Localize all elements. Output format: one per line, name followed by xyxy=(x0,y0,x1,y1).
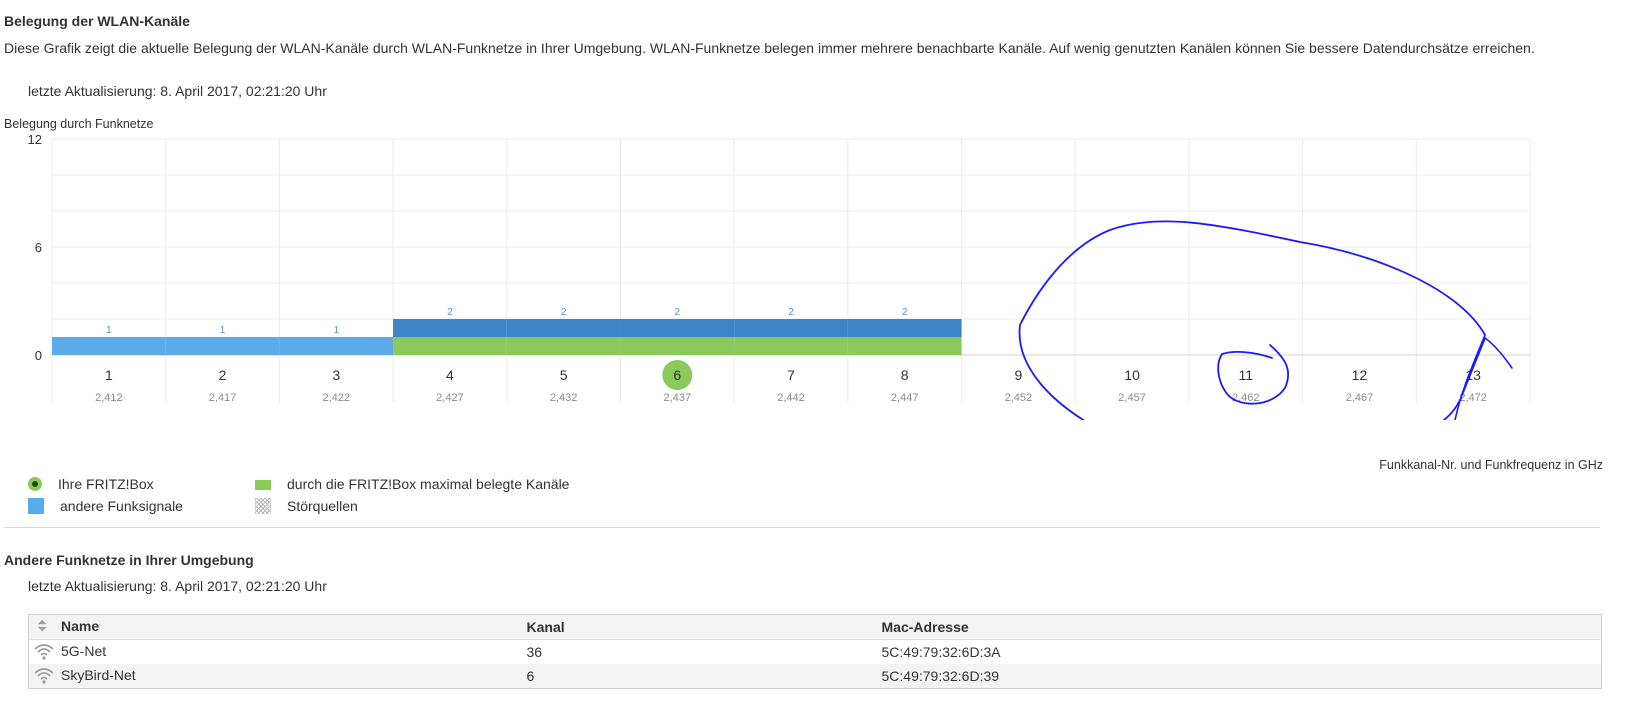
legend-label: andere Funksignale xyxy=(60,498,183,514)
table-row[interactable]: SkyBird-Net 6 5C:49:79:32:6D:39 xyxy=(28,664,1602,689)
x-tick-label-channel: 5 xyxy=(560,367,568,383)
green-bar-icon xyxy=(255,480,271,490)
x-tick-label-channel: 12 xyxy=(1352,367,1368,383)
x-tick-label-frequency: 2,457 xyxy=(1118,392,1146,404)
table-header-row: Name Kanal Mac-Adresse xyxy=(28,614,1602,640)
x-tick-label-frequency: 2,452 xyxy=(1005,392,1033,404)
x-tick-label-frequency: 2,417 xyxy=(209,392,237,404)
networks-section-title: Andere Funknetze in Ihrer Umgebung xyxy=(4,552,254,568)
x-tick-label-frequency: 2,427 xyxy=(436,392,464,404)
bar-value-label: 1 xyxy=(333,325,339,336)
network-channel-cell: 6 xyxy=(526,664,882,689)
bar-other-signals xyxy=(393,319,507,337)
bar-fritzbox-channel xyxy=(847,337,962,355)
x-tick-label-channel: 11 xyxy=(1238,367,1253,383)
x-tick-label-frequency: 2,467 xyxy=(1346,392,1374,404)
table-row[interactable]: 5G-Net 36 5C:49:79:32:6D:3A xyxy=(29,640,1602,665)
bar-other-signals xyxy=(52,337,166,355)
bar-value-label: 2 xyxy=(447,307,453,318)
network-name: SkyBird-Net xyxy=(61,666,136,683)
bar-fritzbox-channel xyxy=(734,337,848,355)
network-name: 5G-Net xyxy=(61,642,107,659)
sort-arrows-icon[interactable] xyxy=(33,617,55,635)
bar-other-signals xyxy=(734,319,848,337)
network-mac-cell: 5C:49:79:32:6D:39 xyxy=(881,664,1602,689)
x-tick-label-channel: 2 xyxy=(219,367,227,383)
bar-fritzbox-channel xyxy=(506,337,621,355)
column-header-label: Name xyxy=(61,617,100,634)
network-channel-cell: 36 xyxy=(526,644,543,660)
annotation-tail xyxy=(1484,337,1513,369)
section-divider xyxy=(4,527,1600,528)
network-name-cell: SkyBird-Net xyxy=(28,664,527,689)
bar-other-signals xyxy=(279,337,394,355)
wifi-signal-icon xyxy=(34,643,54,660)
x-tick-label-frequency: 2,412 xyxy=(95,392,123,404)
bar-other-signals xyxy=(847,319,962,337)
x-tick-label-channel: 10 xyxy=(1124,367,1140,383)
bar-value-label: 2 xyxy=(788,307,794,318)
annotation-circle xyxy=(1018,220,1486,420)
networks-table: Name Kanal Mac-Adresse 5G-Net 36 5C:49:7… xyxy=(28,614,1602,689)
column-header-mac[interactable]: Mac-Adresse xyxy=(881,614,1602,640)
x-tick-label-channel: 3 xyxy=(332,367,340,383)
x-tick-label-frequency: 2,472 xyxy=(1459,392,1487,404)
chart-legend: Ihre FRITZ!Box andere Funksignale durch … xyxy=(28,476,648,526)
bar-fritzbox-channel xyxy=(393,337,507,355)
network-mac-cell: 5C:49:79:32:6D:3A xyxy=(881,644,1001,660)
networks-last-update-text: letzte Aktualisierung: 8. April 2017, 02… xyxy=(28,578,327,594)
x-tick-label-frequency: 2,422 xyxy=(322,392,350,404)
x-tick-label-channel: 1 xyxy=(105,367,113,383)
legend-label: Ihre FRITZ!Box xyxy=(58,476,154,492)
bar-fritzbox-channel xyxy=(620,337,735,355)
bar-value-label: 2 xyxy=(902,307,908,318)
page-description: Diese Grafik zeigt die aktuelle Belegung… xyxy=(4,40,1535,56)
bar-other-signals xyxy=(620,319,735,337)
x-tick-label-channel: 8 xyxy=(901,367,909,383)
x-tick-label-frequency: 2,437 xyxy=(664,392,692,404)
x-tick-label-channel: 9 xyxy=(1014,367,1022,383)
noise-pattern-icon xyxy=(255,498,271,514)
legend-item-fritzbox: Ihre FRITZ!Box xyxy=(28,476,154,492)
column-header-channel[interactable]: Kanal xyxy=(526,614,882,640)
legend-label: Störquellen xyxy=(287,498,358,514)
legend-item-noise: Störquellen xyxy=(255,498,358,514)
legend-label: durch die FRITZ!Box maximal belegte Kanä… xyxy=(287,476,570,492)
chart-x-axis-label: Funkkanal-Nr. und Funkfrequenz in GHz xyxy=(1379,458,1603,472)
network-name-cell: 5G-Net xyxy=(29,640,527,665)
x-tick-label-channel: 4 xyxy=(446,367,454,383)
y-tick-label: 12 xyxy=(28,132,42,147)
bar-value-label: 2 xyxy=(675,307,681,318)
x-tick-label-channel: 6 xyxy=(673,367,681,383)
y-tick-label: 0 xyxy=(35,348,42,363)
blue-square-icon xyxy=(28,498,44,514)
fritzbox-marker-icon xyxy=(28,477,42,491)
last-update-text: letzte Aktualisierung: 8. April 2017, 02… xyxy=(28,83,327,99)
page-title: Belegung der WLAN-Kanäle xyxy=(4,13,190,29)
x-tick-label-frequency: 2,447 xyxy=(891,392,919,404)
channel-chart: 06121 1 12 2 2 2 212,41222,41732,42242,42752,4… xyxy=(28,132,1531,420)
bar-other-signals xyxy=(165,337,280,355)
x-tick-label-channel: 7 xyxy=(787,367,795,383)
x-tick-label-frequency: 2,442 xyxy=(777,392,805,404)
bar-value-label: 2 xyxy=(561,307,567,318)
wifi-signal-icon xyxy=(34,667,54,684)
bar-value-label: 1 xyxy=(106,325,112,336)
bar-value-label: 1 xyxy=(220,325,226,336)
legend-item-max-channels: durch die FRITZ!Box maximal belegte Kanä… xyxy=(255,476,569,492)
x-tick-label-frequency: 2,462 xyxy=(1232,392,1260,404)
x-tick-label-frequency: 2,432 xyxy=(550,392,578,404)
column-header-name[interactable]: Name xyxy=(28,614,527,640)
chart-title: Belegung durch Funknetze xyxy=(4,117,154,131)
bar-other-signals xyxy=(506,319,621,337)
legend-item-other-signals: andere Funksignale xyxy=(28,498,183,514)
y-tick-label: 6 xyxy=(35,240,42,255)
